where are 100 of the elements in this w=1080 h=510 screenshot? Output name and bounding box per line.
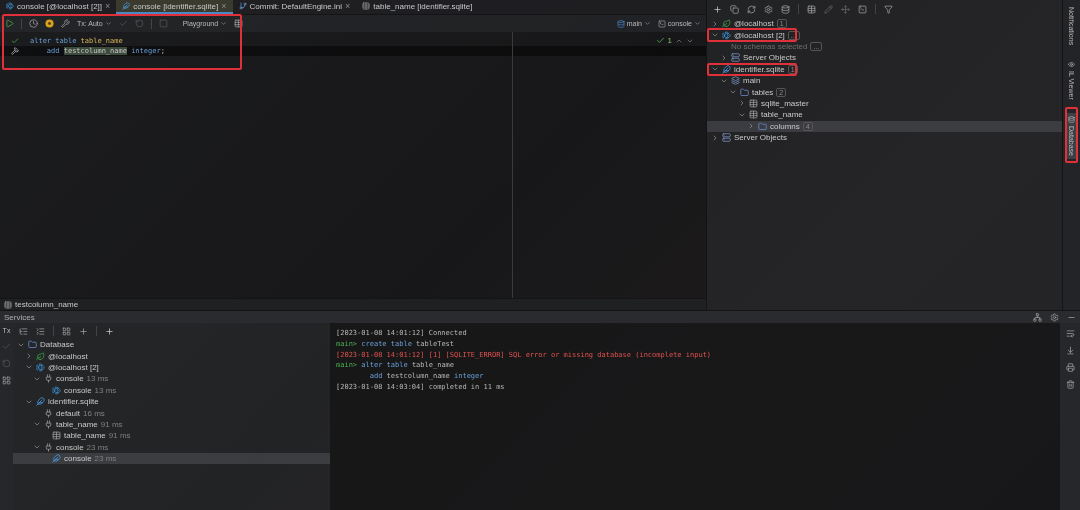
chevron-right-icon[interactable] (25, 352, 33, 361)
terminal-icon (657, 19, 666, 28)
feather-icon (122, 2, 131, 10)
timing-text: 91 ms (100, 419, 123, 429)
leaf-icon (36, 351, 45, 361)
timing-text: 13 ms (94, 385, 117, 395)
eye-icon (1068, 61, 1075, 69)
group-icon[interactable] (62, 326, 71, 336)
rollback-icon[interactable] (134, 19, 144, 28)
editor-tab[interactable]: Commit: DefaultEngine.ini × (232, 0, 357, 14)
editor-tab[interactable]: console [identifier.sqlite] × (116, 0, 233, 14)
tree-item[interactable]: Server Objects (707, 52, 1062, 64)
tree-label: table_name (64, 431, 106, 441)
chevron-right-icon[interactable] (738, 99, 746, 108)
fish-icon (6, 2, 14, 10)
collapse-all-icon[interactable] (36, 326, 45, 336)
tree-item[interactable]: console 13 ms (13, 384, 330, 396)
schema-icon (731, 76, 740, 86)
settings-icon[interactable] (1050, 312, 1059, 322)
tree-label: console (64, 454, 92, 464)
caret-icon (220, 20, 228, 27)
timing-text: 16 ms (83, 408, 105, 418)
folder-icon (28, 340, 37, 350)
placeholder-text: No schemas selected (731, 41, 808, 51)
chevron-right-icon[interactable] (711, 133, 719, 142)
tree-item[interactable]: Server Objects (707, 131, 1062, 144)
leaf-icon (722, 19, 731, 29)
tree-label: @localhost [2] (48, 362, 99, 372)
print-icon[interactable] (1065, 363, 1075, 372)
output-icon[interactable] (234, 19, 244, 28)
tree-item[interactable]: main (707, 74, 1062, 87)
tree-item[interactable]: table_name 91 ms (13, 418, 330, 431)
tree-label: console (56, 442, 84, 452)
feather-icon (36, 397, 45, 407)
jump-icon[interactable] (841, 4, 850, 14)
hammer-icon (11, 47, 19, 55)
timing-text: 23 ms (86, 442, 109, 452)
inspection-count: 1 (667, 36, 672, 45)
tree-label: console (64, 385, 92, 395)
wrap-icon[interactable] (1065, 329, 1075, 338)
caret-icon (104, 20, 112, 27)
feather-icon (52, 454, 61, 464)
tree-label: Server Objects (743, 53, 796, 63)
plug-icon (44, 374, 53, 384)
wrench-icon[interactable] (61, 19, 70, 28)
panel-title: Services (4, 312, 35, 322)
tree-item[interactable]: console 23 ms (13, 441, 330, 453)
run-icon[interactable] (5, 19, 14, 28)
tree-item[interactable]: table_name 91 ms (13, 430, 330, 442)
close-button[interactable]: × (345, 1, 351, 11)
tree-label: Database (40, 340, 75, 350)
chevron-right-icon[interactable] (720, 53, 728, 62)
copy-icon[interactable] (730, 4, 739, 14)
refresh-icon[interactable] (747, 4, 756, 14)
options-icon[interactable] (1033, 312, 1042, 322)
breadcrumb-text: testcolumn_name (15, 300, 79, 309)
properties-icon[interactable] (764, 4, 773, 14)
history-icon[interactable] (29, 19, 38, 28)
tree-label: tables (752, 87, 774, 97)
folder-icon (740, 87, 749, 97)
trash-icon[interactable] (1065, 380, 1075, 389)
layout-icon[interactable] (2, 376, 11, 385)
editor-tab[interactable]: console [@localhost [2]] × (0, 0, 117, 14)
console-icon[interactable] (858, 4, 867, 14)
add-icon[interactable] (105, 326, 114, 336)
coin-icon[interactable] (45, 19, 54, 28)
add-icon[interactable] (713, 4, 722, 14)
database-icon[interactable] (781, 4, 790, 14)
filter-icon[interactable] (884, 4, 893, 14)
tree-label: columns (770, 121, 800, 131)
tree-label: console (56, 374, 84, 384)
tree-item[interactable]: Database (13, 339, 330, 351)
add-service-icon[interactable] (79, 326, 88, 336)
caret-icon (643, 20, 651, 27)
chevron-right-icon[interactable] (747, 122, 755, 131)
tree-label: Server Objects (734, 133, 787, 143)
chevron-right-icon[interactable] (711, 19, 719, 28)
schema-icon (616, 19, 625, 28)
fish-icon (36, 362, 45, 372)
timing-text: 91 ms (108, 431, 131, 441)
tree-item[interactable]: table_name (707, 109, 1062, 121)
caret-icon (694, 20, 701, 27)
tree-label: default (56, 408, 81, 418)
fish-icon (722, 30, 731, 40)
expand-all-icon[interactable] (19, 326, 28, 336)
tree-item[interactable]: @localhost (13, 350, 330, 362)
scroll-end-icon[interactable] (1065, 346, 1075, 355)
tree-item[interactable]: sqlite_master (707, 97, 1062, 110)
plug-icon (44, 419, 53, 429)
tree-item[interactable]: console 13 ms (13, 373, 330, 385)
close-button[interactable]: × (105, 1, 111, 11)
plug-icon (44, 442, 53, 452)
tree-item[interactable]: default 16 ms (13, 407, 330, 419)
tree-item[interactable]: @localhost [2] (13, 361, 330, 374)
tree-label: @localhost [2] (734, 30, 785, 40)
tree-label: table_name (761, 110, 803, 120)
editor-tab[interactable]: table_name [identifier.sqlite] (356, 0, 479, 14)
check-icon (655, 36, 665, 45)
tree-label: identifier.sqlite (48, 397, 99, 407)
tree-item[interactable]: identifier.sqlite (13, 395, 330, 408)
